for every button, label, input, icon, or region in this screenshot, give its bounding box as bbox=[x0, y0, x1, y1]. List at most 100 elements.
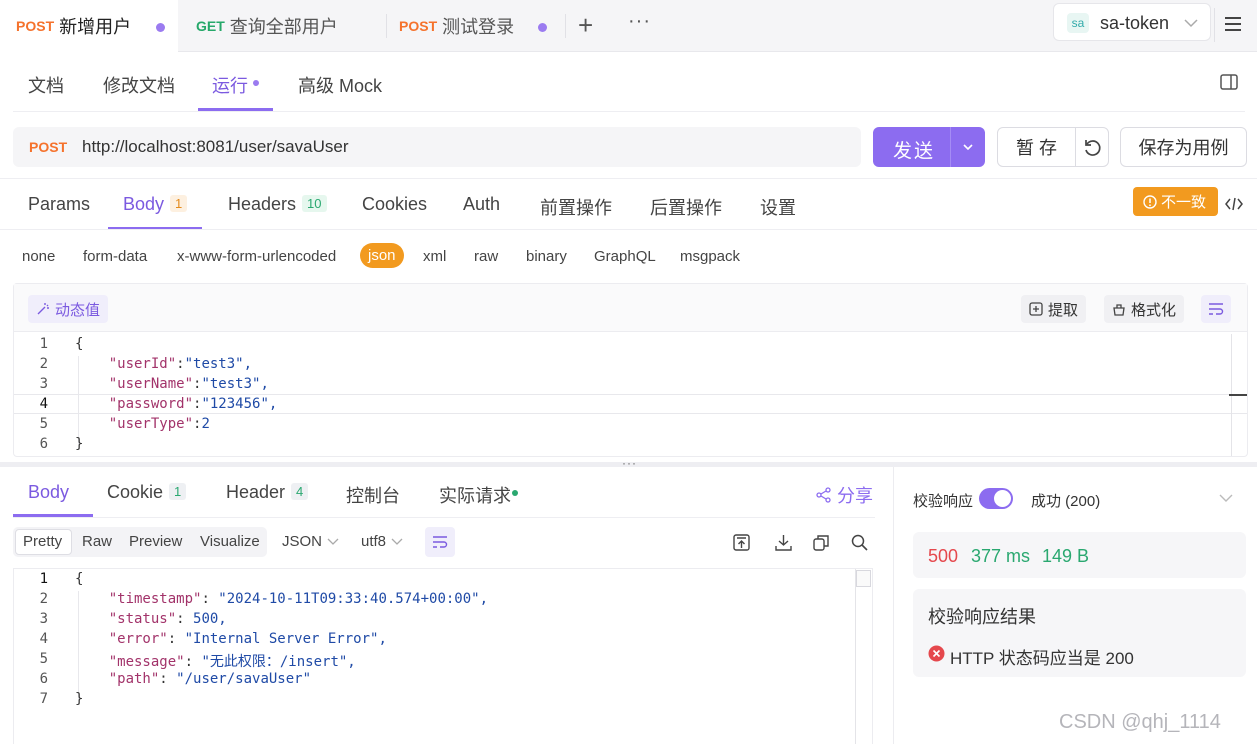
request-tab-2[interactable]: GET 查询全部用户 bbox=[180, 0, 385, 52]
environment-select[interactable]: sa sa-token bbox=[1053, 3, 1211, 41]
save-as-case-button[interactable]: 保存为用例 bbox=[1120, 127, 1247, 167]
validate-label: 校验响应 bbox=[913, 493, 974, 510]
validate-toggle[interactable] bbox=[979, 488, 1013, 509]
body-type-msgpack[interactable]: msgpack bbox=[680, 248, 740, 265]
chevron-down-icon[interactable] bbox=[1219, 494, 1233, 503]
encoding-select[interactable]: utf8 bbox=[361, 533, 403, 550]
tab-body[interactable]: Body 1 bbox=[123, 194, 188, 215]
body-type-graphql[interactable]: GraphQL bbox=[594, 248, 656, 265]
response-tab-actual-request[interactable]: 实际请求 bbox=[439, 482, 511, 508]
tab-pre-actions[interactable]: 前置操作 bbox=[540, 194, 612, 220]
add-tab-icon[interactable]: + bbox=[578, 12, 593, 38]
view-visualize[interactable]: Visualize bbox=[200, 533, 260, 550]
menu-icon[interactable] bbox=[1224, 16, 1242, 32]
url-input[interactable]: http://localhost:8081/user/savaUser bbox=[82, 137, 348, 157]
response-tab-body[interactable]: Body bbox=[28, 482, 69, 503]
tab-post-actions[interactable]: 后置操作 bbox=[650, 194, 722, 220]
more-icon[interactable]: ··· bbox=[628, 10, 651, 33]
body-type-json[interactable]: json bbox=[360, 243, 404, 268]
divider bbox=[0, 229, 1257, 230]
tab-params[interactable]: Params bbox=[28, 194, 90, 215]
format-button[interactable]: 格式化 bbox=[1104, 295, 1185, 323]
body-type-urlencoded[interactable]: x-www-form-urlencoded bbox=[177, 248, 336, 265]
copy-icon[interactable] bbox=[813, 534, 830, 551]
method-select[interactable]: POST bbox=[29, 139, 67, 155]
save-label: 暂 存 bbox=[1016, 138, 1058, 158]
scroll-thumb[interactable] bbox=[856, 570, 871, 587]
view-raw[interactable]: Raw bbox=[82, 533, 112, 550]
split-view-icon[interactable] bbox=[1220, 74, 1238, 90]
code-line: "timestamp": "2024-10-11T09:33:40.574+00… bbox=[75, 591, 489, 607]
validate-results-title: 校验响应结果 bbox=[928, 607, 1036, 627]
code-line: "path": "/user/savaUser" bbox=[75, 671, 312, 687]
tab-title: 新增用户 bbox=[59, 17, 132, 37]
reset-icon[interactable] bbox=[1083, 138, 1103, 158]
validate-result-status[interactable]: 成功 (200) bbox=[1031, 490, 1100, 511]
body-type-xml[interactable]: xml bbox=[423, 248, 446, 265]
tab-run[interactable]: 运行 bbox=[212, 72, 248, 98]
count-badge: 10 bbox=[302, 195, 327, 212]
wrap-icon bbox=[1209, 303, 1224, 315]
method-label: GET bbox=[196, 18, 225, 34]
code-icon[interactable] bbox=[1225, 196, 1243, 212]
mismatch-label: 不一致 bbox=[1161, 194, 1207, 211]
request-tab-bar: POST 新增用户 GET 查询全部用户 POST 测试登录 + ··· sa … bbox=[0, 0, 1257, 52]
tab-settings[interactable]: 设置 bbox=[760, 194, 796, 220]
magic-wand-icon bbox=[37, 303, 49, 315]
request-tab-3[interactable]: POST 测试登录 bbox=[383, 0, 563, 52]
scrollbar-track[interactable] bbox=[855, 569, 856, 744]
body-type-binary[interactable]: binary bbox=[526, 248, 567, 265]
chevron-down-icon bbox=[391, 538, 403, 545]
tab-headers[interactable]: Headers 10 bbox=[228, 194, 327, 215]
response-size: 149 B bbox=[1042, 546, 1090, 566]
download-icon[interactable] bbox=[775, 534, 792, 551]
tab-doc[interactable]: 文档 bbox=[28, 72, 64, 98]
body-type-form-data[interactable]: form-data bbox=[83, 248, 147, 265]
divider bbox=[0, 178, 1257, 179]
divider bbox=[13, 517, 875, 518]
share-button[interactable]: 分享 bbox=[816, 482, 873, 508]
send-button[interactable]: 发送 bbox=[873, 127, 985, 167]
extract-button[interactable]: 提取 bbox=[1021, 295, 1087, 323]
unsaved-dot bbox=[538, 23, 547, 32]
code-line: { bbox=[75, 336, 84, 352]
search-icon[interactable] bbox=[851, 534, 868, 551]
drag-handle-icon[interactable]: ··· bbox=[622, 456, 637, 470]
validate-results-card: 校验响应结果 HTTP 状态码应当是 200 bbox=[913, 589, 1246, 677]
method-label: POST bbox=[399, 18, 438, 34]
send-label: 发送 bbox=[893, 141, 936, 162]
request-tab-1[interactable]: POST 新增用户 bbox=[0, 0, 178, 52]
body-type-none[interactable]: none bbox=[22, 248, 55, 265]
view-preview[interactable]: Preview bbox=[129, 533, 182, 550]
send-dropdown-icon[interactable] bbox=[963, 144, 973, 151]
export-icon[interactable] bbox=[733, 534, 750, 551]
wrap-toggle[interactable] bbox=[1201, 295, 1231, 323]
extract-label: 提取 bbox=[1048, 301, 1079, 319]
response-tab-cookie[interactable]: Cookie 1 bbox=[107, 482, 187, 503]
view-pretty[interactable]: Pretty bbox=[23, 533, 62, 550]
format-label: 格式化 bbox=[1131, 301, 1177, 319]
tab-auth[interactable]: Auth bbox=[463, 194, 500, 215]
line-number: 2 bbox=[39, 356, 48, 372]
tab-title: 查询全部用户 bbox=[229, 17, 338, 37]
code-line: "error": "Internal Server Error", bbox=[75, 631, 387, 647]
response-tab-header[interactable]: Header 4 bbox=[226, 482, 309, 503]
tab-edit-doc[interactable]: 修改文档 bbox=[103, 72, 175, 98]
line-number: 3 bbox=[39, 611, 48, 627]
dynamic-value-button[interactable]: 动态值 bbox=[28, 295, 109, 323]
tab-title: 测试登录 bbox=[442, 17, 515, 37]
format-select-value: JSON bbox=[282, 533, 323, 550]
code-line: "userName":"test3", bbox=[75, 376, 269, 392]
wrap-toggle[interactable] bbox=[425, 527, 455, 557]
env-name: sa-token bbox=[1100, 13, 1170, 33]
status-code: 500 bbox=[928, 546, 959, 566]
format-select[interactable]: JSON bbox=[282, 533, 339, 550]
tab-advanced-mock[interactable]: 高级 Mock bbox=[298, 72, 382, 98]
url-bar[interactable]: POST http://localhost:8081/user/savaUser bbox=[13, 127, 861, 167]
tab-cookies[interactable]: Cookies bbox=[362, 194, 427, 215]
response-tab-console[interactable]: 控制台 bbox=[346, 482, 400, 508]
tab-label: Headers bbox=[228, 194, 297, 214]
line-number: 1 bbox=[39, 336, 48, 352]
mismatch-button[interactable]: 不一致 bbox=[1133, 187, 1218, 216]
body-type-raw[interactable]: raw bbox=[474, 248, 498, 265]
